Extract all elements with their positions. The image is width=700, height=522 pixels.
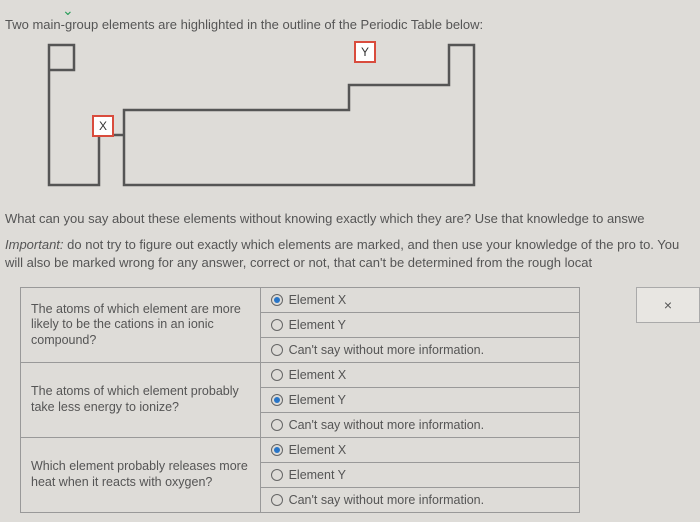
main-question-text: What can you say about these elements wi… [5,211,700,226]
element-y-label: Y [361,45,369,59]
radio-option[interactable]: Element Y [261,388,579,413]
radio-icon [271,419,283,431]
question-prompt: Which element probably releases more hea… [21,438,261,513]
radio-icon [271,444,283,456]
question-prompt: The atoms of which element are more like… [21,288,261,363]
radio-option[interactable]: Can't say without more information. [261,338,579,362]
radio-label: Element X [289,293,347,307]
radio-label: Element Y [289,393,346,407]
element-x-label: X [99,119,107,133]
radio-icon [271,369,283,381]
table-row: The atoms of which element probably take… [21,363,580,438]
radio-icon [271,469,283,481]
radio-icon [271,394,283,406]
radio-label: Can't say without more information. [289,418,485,432]
questions-table: The atoms of which element are more like… [20,287,580,513]
radio-icon [271,294,283,306]
important-body: do not try to figure out exactly which e… [5,237,679,270]
radio-label: Element X [289,443,347,457]
radio-option[interactable]: Element X [261,363,579,388]
table-row: Which element probably releases more hea… [21,438,580,513]
radio-icon [271,319,283,331]
radio-option[interactable]: Can't say without more information. [261,413,579,437]
radio-option[interactable]: Element X [261,288,579,313]
table-row: The atoms of which element are more like… [21,288,580,363]
radio-label: Can't say without more information. [289,493,485,507]
radio-option[interactable]: Element Y [261,463,579,488]
answer-cell: Element X Element Y Can't say without mo… [260,288,579,363]
element-x-marker: X [92,115,114,137]
important-label: Important: [5,237,64,252]
radio-option[interactable]: Element Y [261,313,579,338]
answer-cell: Element X Element Y Can't say without mo… [260,363,579,438]
close-icon: × [664,297,672,313]
periodic-table-outline: X Y [44,40,484,190]
close-button[interactable]: × [636,287,700,323]
radio-label: Element X [289,368,347,382]
radio-option[interactable]: Can't say without more information. [261,488,579,512]
element-y-marker: Y [354,41,376,63]
radio-option[interactable]: Element X [261,438,579,463]
answer-cell: Element X Element Y Can't say without mo… [260,438,579,513]
radio-label: Element Y [289,318,346,332]
important-note: Important: do not try to figure out exac… [5,236,700,271]
radio-label: Can't say without more information. [289,343,485,357]
radio-icon [271,494,283,506]
radio-icon [271,344,283,356]
radio-label: Element Y [289,468,346,482]
intro-text: Two main-group elements are highlighted … [5,17,483,32]
question-prompt: The atoms of which element probably take… [21,363,261,438]
